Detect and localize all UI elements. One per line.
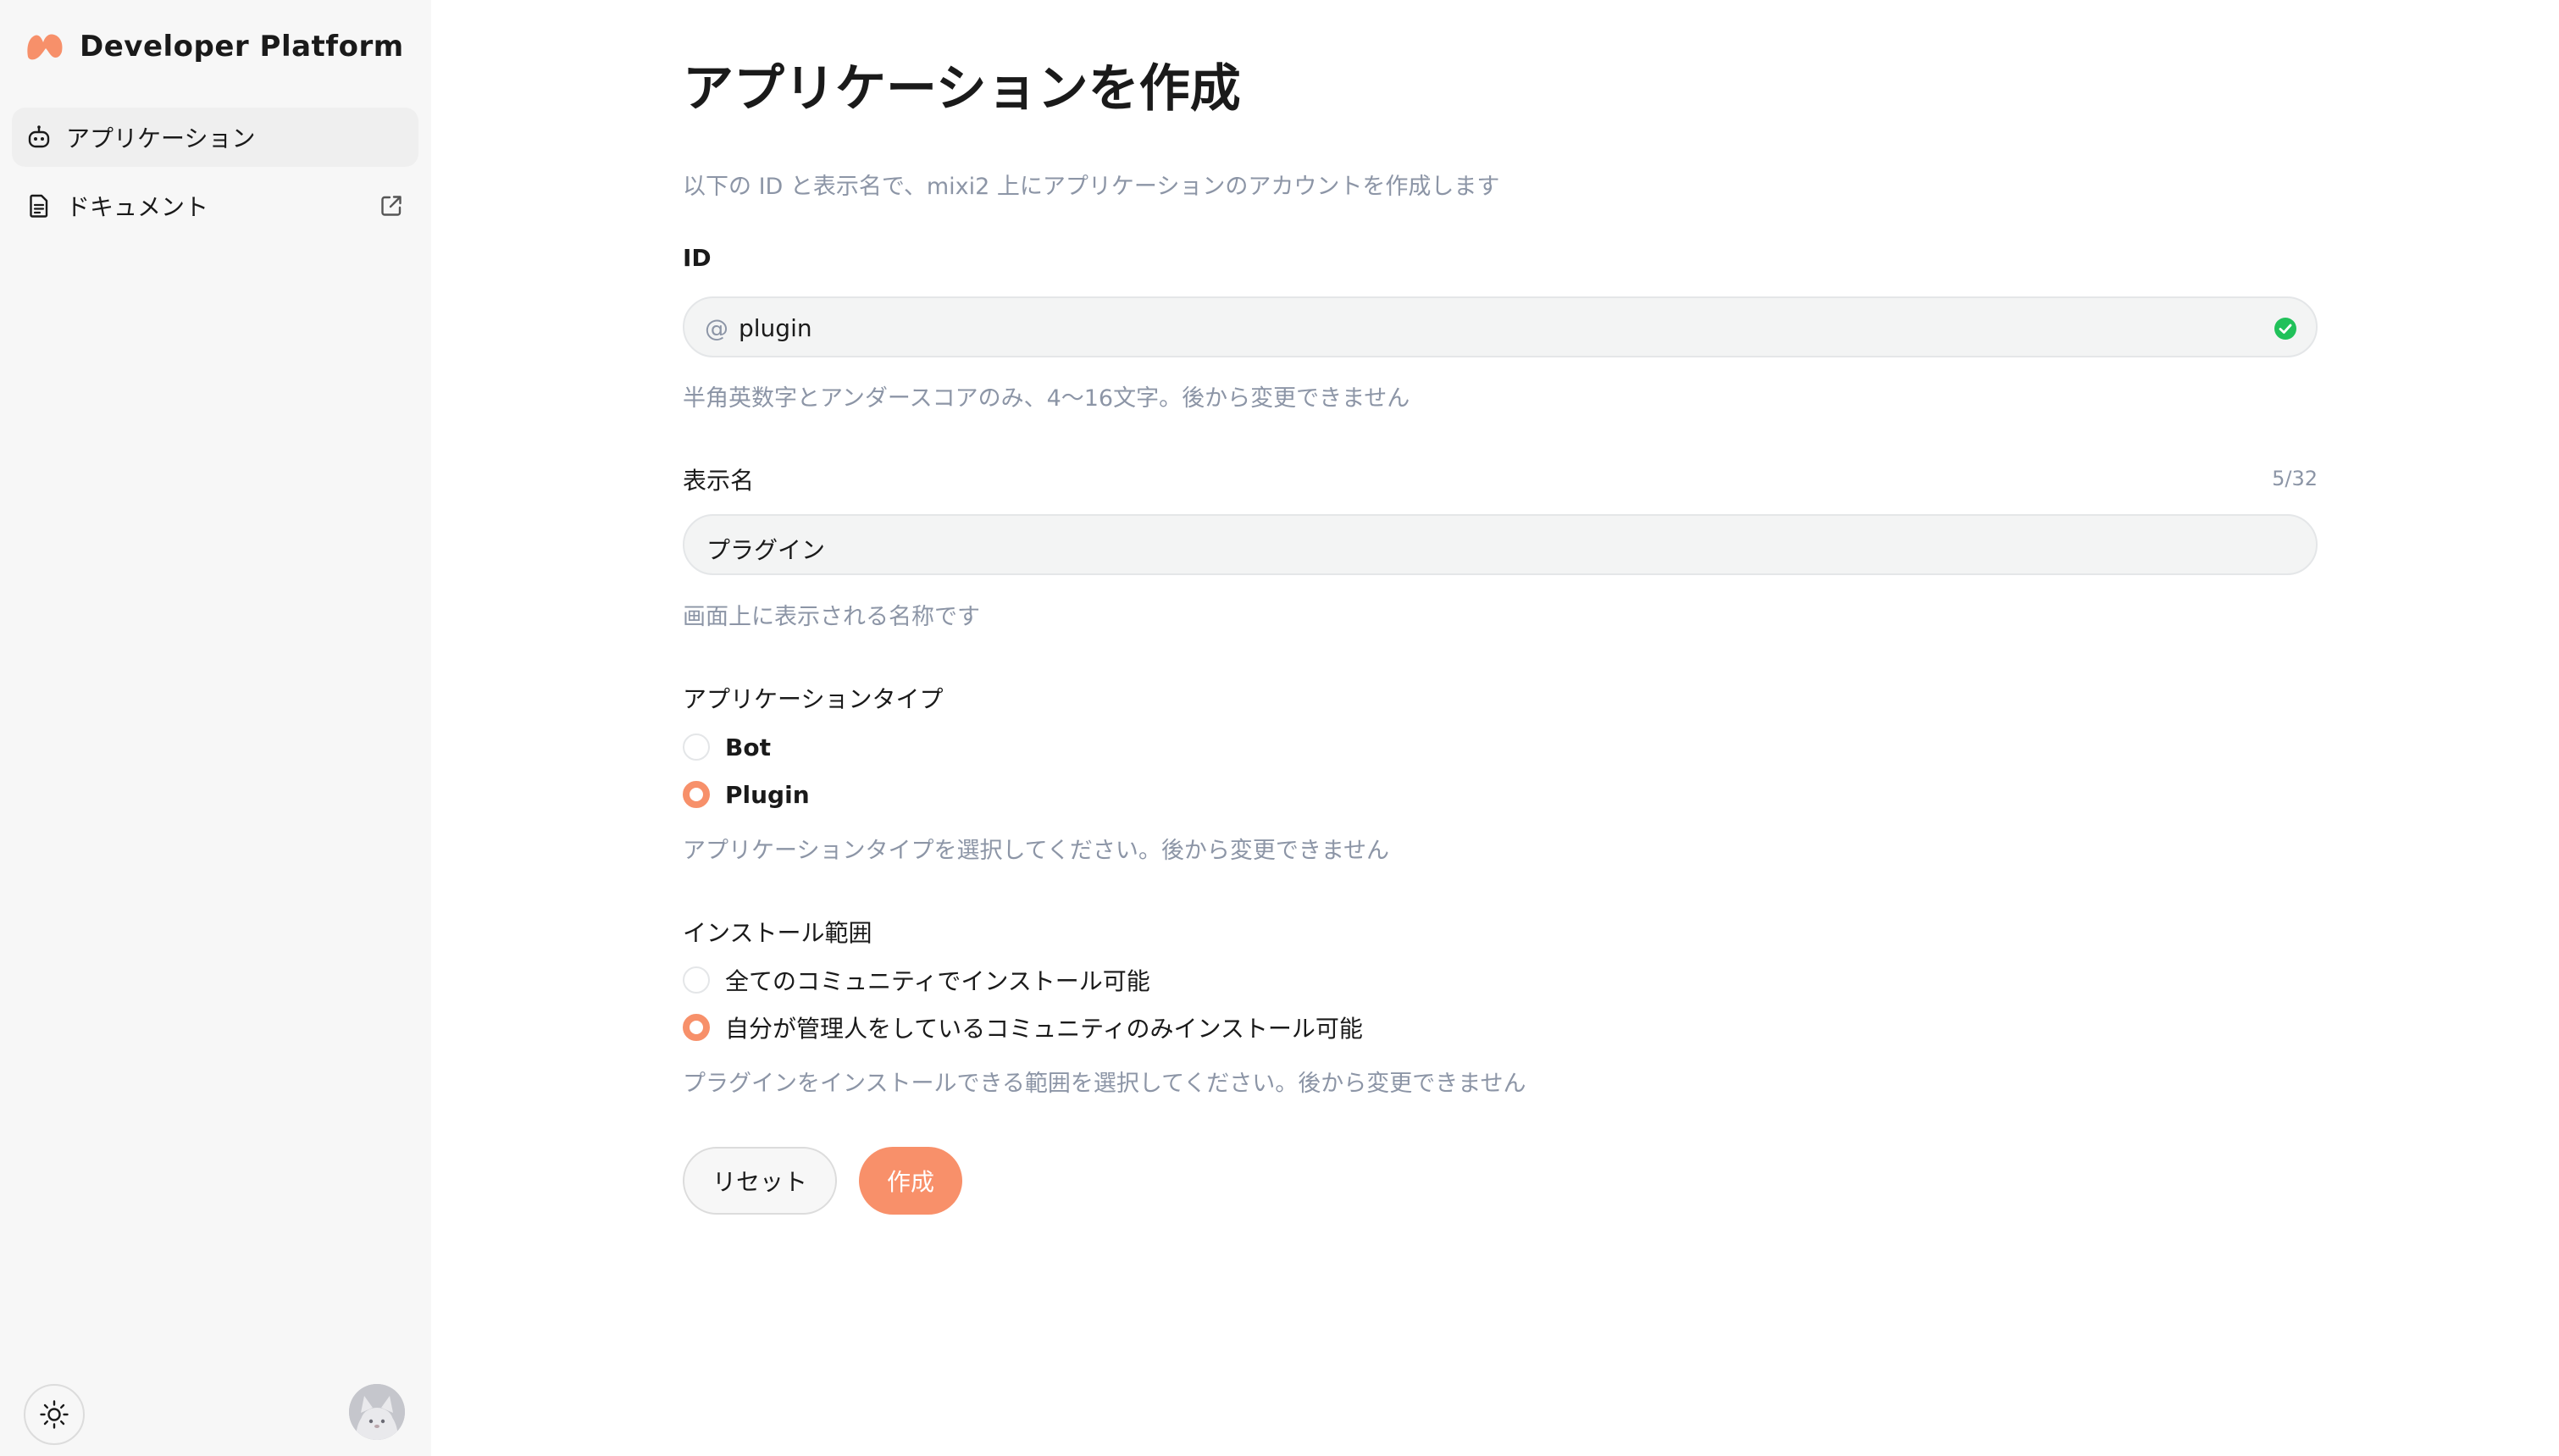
radio-button[interactable] [683,781,710,808]
radio-label: 全てのコミュニティでインストール可能 [725,967,1150,995]
create-button[interactable]: 作成 [859,1147,962,1215]
page-title: アプリケーションを作成 [683,59,1241,119]
radio-button[interactable] [683,966,710,994]
radio-option-bot[interactable]: Bot [683,730,771,764]
display-name-help-text: 画面上に表示される名称です [683,604,980,630]
document-icon [30,194,48,218]
id-label: ID [683,244,712,272]
radio-button[interactable] [683,734,710,761]
install-scope-label: インストール範囲 [683,919,872,947]
brand[interactable]: Developer Platform [25,25,404,68]
at-prefix: @ [705,314,728,342]
radio-label: Plugin [725,780,810,809]
app-type-label: アプリケーションタイプ [683,685,944,713]
id-field[interactable]: @ plugin [683,296,2318,357]
radio-button[interactable] [683,1014,710,1041]
radio-label: 自分が管理人をしているコミュニティのみインストール可能 [725,1015,1363,1043]
sidebar-item-label: アプリケーション [66,125,256,152]
install-scope-help-text: プラグインをインストールできる範囲を選択してください。後から変更できません [683,1071,1526,1097]
external-link-icon [381,196,402,216]
check-circle-icon [2274,318,2296,340]
id-value: plugin [739,314,812,342]
display-name-value: プラグイン [706,536,826,564]
sidebar: Developer Platform アプリケーション ドキュメント [0,0,431,1456]
avatar-image [349,1384,405,1440]
radio-option-admin-communities[interactable]: 自分が管理人をしているコミュニティのみインストール可能 [683,1010,1363,1044]
radio-option-plugin[interactable]: Plugin [683,778,810,811]
avatar[interactable] [349,1384,405,1440]
display-name-label: 表示名 [683,467,755,495]
app-type-help-text: アプリケーションタイプを選択してください。後から変更できません [683,838,1390,864]
logo-icon [27,34,63,60]
sidebar-item-applications[interactable]: アプリケーション [12,108,418,167]
character-counter: 5/32 [2272,467,2318,490]
sidebar-item-documents[interactable]: ドキュメント [12,176,418,235]
display-name-field[interactable]: プラグイン [683,514,2318,575]
sun-icon [40,1400,69,1429]
id-help-text: 半角英数字とアンダースコアのみ、4〜16文字。後から変更できません [683,385,1410,412]
theme-toggle-button[interactable] [24,1384,85,1445]
reset-button[interactable]: リセット [683,1147,837,1215]
sidebar-item-label: ドキュメント [66,193,209,221]
radio-label: Bot [725,733,771,761]
robot-icon [28,125,50,148]
brand-name: Developer Platform [80,30,404,64]
page-intro: 以下の ID と表示名で、mixi2 上にアプリケーションのアカウントを作成しま… [683,174,1500,200]
radio-option-all-communities[interactable]: 全てのコミュニティでインストール可能 [683,963,1150,997]
